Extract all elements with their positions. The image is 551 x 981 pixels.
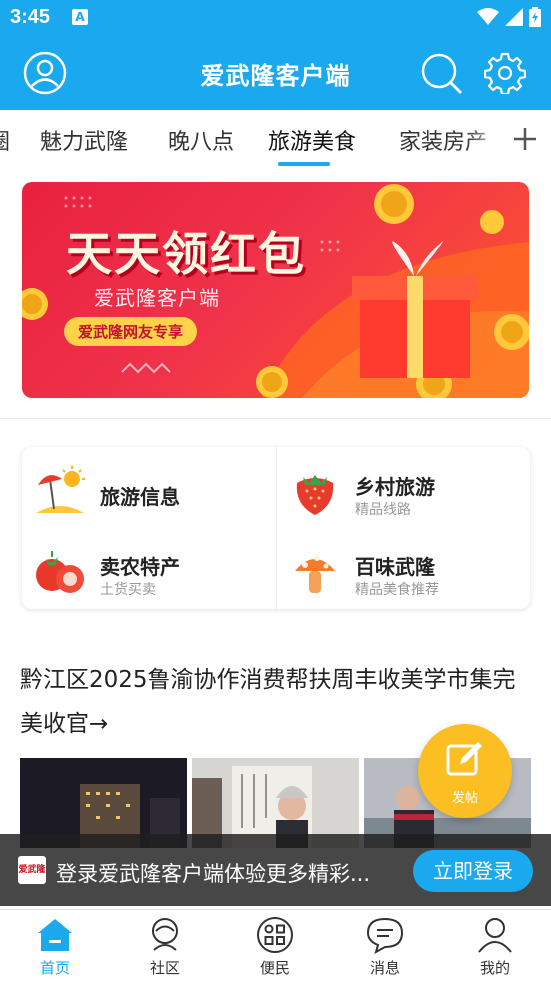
quick-link-flavors[interactable]: 百味武隆 精品美食推荐 bbox=[277, 533, 527, 603]
tomato-icon bbox=[36, 551, 84, 593]
nav-home[interactable]: 首页 bbox=[0, 910, 110, 981]
login-prompt-bar: 爱武隆 登录爱武隆客户端体验更多精彩... 立即登录 bbox=[0, 834, 551, 906]
quick-link-title: 百味武隆 bbox=[355, 555, 435, 579]
tab-travel-food[interactable]: 旅游美食 bbox=[268, 124, 356, 156]
search-icon bbox=[421, 53, 462, 94]
tab-evening[interactable]: 晚八点 bbox=[168, 124, 234, 156]
settings-button[interactable] bbox=[482, 50, 528, 96]
search-button[interactable] bbox=[418, 50, 464, 96]
bottom-nav: 首页 社区 便民 消息 我的 bbox=[0, 909, 551, 981]
services-icon bbox=[257, 917, 293, 953]
quick-link-subtitle: 精品美食推荐 bbox=[355, 582, 439, 598]
quick-link-subtitle: 土货买卖 bbox=[100, 582, 156, 598]
section-divider bbox=[0, 418, 551, 419]
signal-icon bbox=[505, 8, 523, 26]
nav-label: 我的 bbox=[479, 959, 510, 977]
edit-icon bbox=[446, 742, 482, 776]
add-tab-button[interactable] bbox=[499, 110, 551, 168]
nav-label: 社区 bbox=[149, 959, 180, 977]
strawberry-icon bbox=[296, 475, 334, 515]
mushroom-icon bbox=[295, 555, 335, 593]
gear-icon bbox=[484, 52, 526, 94]
tab-circle[interactable]: 圈 bbox=[0, 124, 10, 156]
wifi-icon bbox=[477, 8, 499, 25]
nav-services[interactable]: 便民 bbox=[220, 910, 330, 981]
promo-banner[interactable]: 天天领红包 爱武隆客户端 爱武隆网友专享 bbox=[22, 182, 529, 398]
status-icons bbox=[477, 7, 541, 27]
quick-link-title: 乡村旅游 bbox=[355, 475, 435, 499]
login-prompt-text: 登录爱武隆客户端体验更多精彩... bbox=[56, 862, 371, 886]
status-bar: 3:45 A bbox=[0, 0, 551, 36]
quick-link-travel-info[interactable]: 旅游信息 bbox=[22, 453, 272, 523]
post-button-label: 发帖 bbox=[451, 791, 478, 806]
message-icon bbox=[366, 917, 404, 954]
active-tab-indicator bbox=[278, 162, 330, 166]
banner-subtitle: 爱武隆客户端 bbox=[94, 286, 220, 310]
beach-icon bbox=[36, 466, 85, 513]
tab-charm-wulong[interactable]: 魅力武隆 bbox=[40, 124, 128, 156]
profile-icon bbox=[478, 918, 512, 953]
nav-label: 消息 bbox=[369, 959, 400, 977]
nav-community[interactable]: 社区 bbox=[110, 910, 220, 981]
quick-link-farm-products[interactable]: 卖农特产 土货买卖 bbox=[22, 533, 272, 603]
category-tabs: 圈 魅力武隆 晚八点 旅游美食 家装房产 bbox=[0, 110, 551, 168]
nav-label: 首页 bbox=[39, 959, 70, 977]
banner-title: 天天领红包 bbox=[66, 227, 306, 281]
quick-link-subtitle: 精品线路 bbox=[355, 502, 411, 518]
page-title: 爱武隆客户端 bbox=[200, 62, 351, 90]
app-header: 爱武隆客户端 bbox=[0, 36, 551, 110]
quick-links-card: 旅游信息 乡村旅游 精品线路 卖农特产 土货买卖 百味武隆 精品美食推荐 bbox=[22, 447, 530, 609]
battery-icon bbox=[529, 7, 541, 27]
banner-tag: 爱武隆网友专享 bbox=[64, 317, 198, 346]
quick-link-rural-tour[interactable]: 乡村旅游 精品线路 bbox=[277, 453, 527, 523]
app-logo: 爱武隆 bbox=[18, 856, 46, 884]
nav-label: 便民 bbox=[259, 959, 290, 977]
post-button[interactable]: 发帖 bbox=[418, 724, 512, 818]
notification-icon: A bbox=[72, 9, 88, 25]
plus-icon bbox=[514, 128, 536, 150]
nav-messages[interactable]: 消息 bbox=[330, 910, 440, 981]
status-time: 3:45 bbox=[10, 6, 51, 28]
quick-link-title: 卖农特产 bbox=[100, 555, 180, 579]
login-button[interactable]: 立即登录 bbox=[413, 850, 533, 892]
community-icon bbox=[152, 918, 178, 951]
nav-profile[interactable]: 我的 bbox=[440, 910, 550, 981]
quick-link-title: 旅游信息 bbox=[100, 485, 180, 509]
home-icon bbox=[38, 919, 72, 951]
